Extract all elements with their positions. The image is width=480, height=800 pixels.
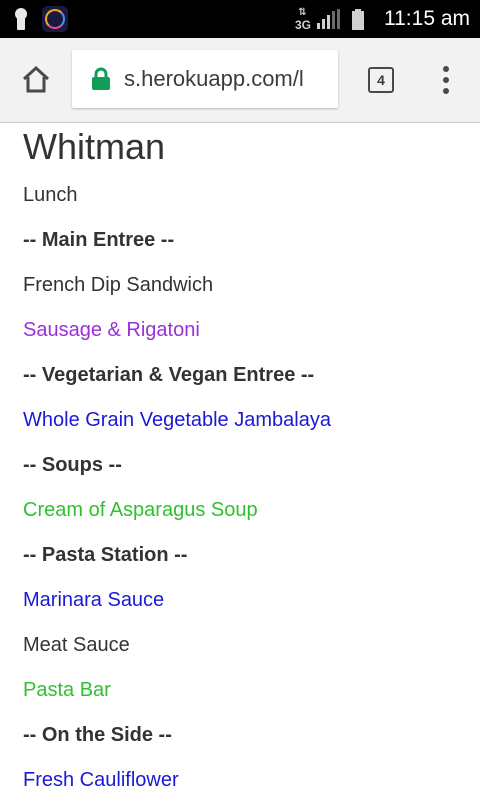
- battery-icon: [352, 8, 364, 30]
- menu-item: Fresh Cauliflower: [23, 769, 179, 791]
- network-indicator: ⇅ 3G: [295, 7, 311, 31]
- status-right: ⇅ 3G 11:15 am: [295, 0, 470, 38]
- app-notification-icon: [42, 6, 68, 32]
- signal-icon: [317, 9, 340, 29]
- menu-item: Meat Sauce: [23, 634, 130, 656]
- home-icon[interactable]: [20, 64, 52, 96]
- url-bar[interactable]: s.herokuapp.com/l: [72, 50, 338, 108]
- menu-item: Sausage & Rigatoni: [23, 319, 200, 341]
- section-header: -- Pasta Station --: [23, 544, 188, 566]
- network-type: 3G: [294, 18, 311, 32]
- overflow-menu-icon[interactable]: [438, 66, 454, 94]
- menu-item: Marinara Sauce: [23, 589, 165, 611]
- meal-label: Lunch: [23, 184, 78, 206]
- menu-item: Cream of Asparagus Soup: [23, 499, 258, 521]
- menu-item: Whole Grain Vegetable Jambalaya: [23, 409, 331, 431]
- keyhole-icon: [14, 6, 28, 32]
- page-title: Whitman: [23, 126, 166, 167]
- url-text[interactable]: s.herokuapp.com/l: [124, 50, 338, 108]
- status-left: [14, 5, 68, 33]
- clock: 11:15 am: [384, 7, 470, 30]
- section-header: -- Main Entree --: [23, 229, 175, 251]
- section-header: -- Soups --: [23, 454, 122, 476]
- section-header: -- On the Side --: [23, 724, 172, 746]
- browser-toolbar: s.herokuapp.com/l 4: [0, 38, 480, 123]
- section-header: -- Vegetarian & Vegan Entree --: [23, 364, 315, 386]
- menu-item: Pasta Bar: [23, 679, 111, 701]
- tab-switcher-icon[interactable]: 4: [368, 67, 394, 93]
- status-bar: ⇅ 3G 11:15 am: [0, 0, 480, 38]
- menu-item: French Dip Sandwich: [23, 274, 214, 296]
- lock-icon: [91, 67, 111, 91]
